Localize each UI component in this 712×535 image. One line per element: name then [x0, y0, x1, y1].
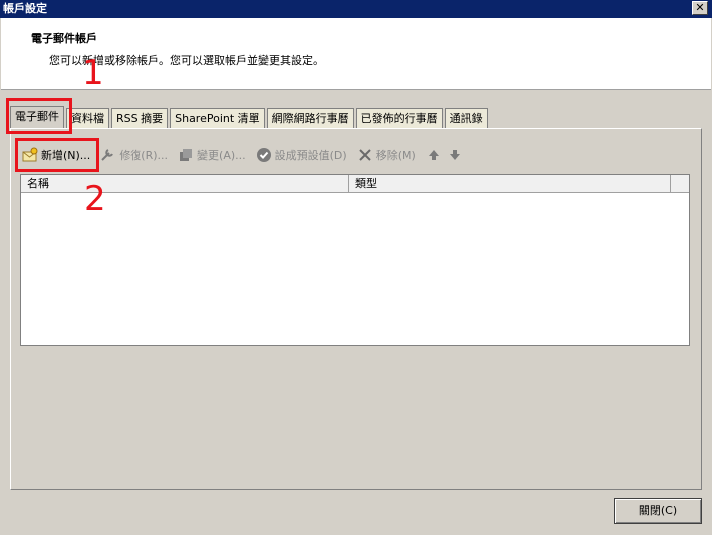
close-button[interactable]: 關閉(C): [614, 498, 702, 524]
tab-published-calendars[interactable]: 已發佈的行事曆: [355, 108, 443, 128]
repair-button-label: 修復(R)...: [119, 149, 169, 162]
column-header-filler: [671, 175, 689, 192]
arrow-down-icon: [447, 147, 463, 163]
change-icon: [178, 147, 194, 163]
set-default-button[interactable]: 設成預設值(D): [256, 147, 347, 163]
column-header-type[interactable]: 類型: [349, 175, 671, 192]
column-header-name[interactable]: 名稱: [21, 175, 349, 192]
move-up-button[interactable]: [426, 147, 445, 163]
window-title: 帳戶設定: [3, 2, 47, 15]
close-window-button[interactable]: ✕: [692, 1, 708, 15]
header-panel: 電子郵件帳戶 您可以新增或移除帳戶。您可以選取帳戶並變更其設定。: [1, 18, 711, 90]
title-bar: 帳戶設定 ✕: [0, 0, 712, 18]
tab-address-books[interactable]: 通訊錄: [444, 108, 488, 128]
tab-sharepoint-lists[interactable]: SharePoint 清單: [170, 108, 265, 128]
tab-data-files[interactable]: 資料檔: [66, 108, 109, 128]
tab-strip: 電子郵件 資料檔 RSS 摘要 SharePoint 清單 網際網路行事曆 已發…: [10, 106, 490, 128]
annotation-number-two: 2: [84, 179, 106, 219]
list-header: 名稱 類型: [21, 175, 689, 193]
annotation-number-one: 1: [82, 53, 104, 93]
remove-button[interactable]: 移除(M): [357, 147, 416, 163]
remove-x-icon: [357, 147, 373, 163]
annotation-box-new-button: [15, 138, 99, 172]
set-default-button-label: 設成預設值(D): [274, 149, 347, 162]
move-down-button[interactable]: [447, 147, 466, 163]
account-list[interactable]: 名稱 類型: [20, 174, 690, 346]
arrow-up-icon: [426, 147, 442, 163]
header-title: 電子郵件帳戶: [31, 32, 97, 45]
checkmark-icon: [256, 147, 272, 163]
change-button-label: 變更(A)...: [197, 149, 246, 162]
tab-internet-calendars[interactable]: 網際網路行事曆: [266, 108, 354, 128]
tab-rss-feeds[interactable]: RSS 摘要: [111, 108, 169, 128]
tab-email[interactable]: 電子郵件: [10, 106, 64, 128]
remove-button-label: 移除(M): [375, 149, 416, 162]
repair-button[interactable]: 修復(R)...: [100, 147, 168, 163]
change-button[interactable]: 變更(A)...: [178, 147, 246, 163]
wrench-icon: [100, 147, 116, 163]
